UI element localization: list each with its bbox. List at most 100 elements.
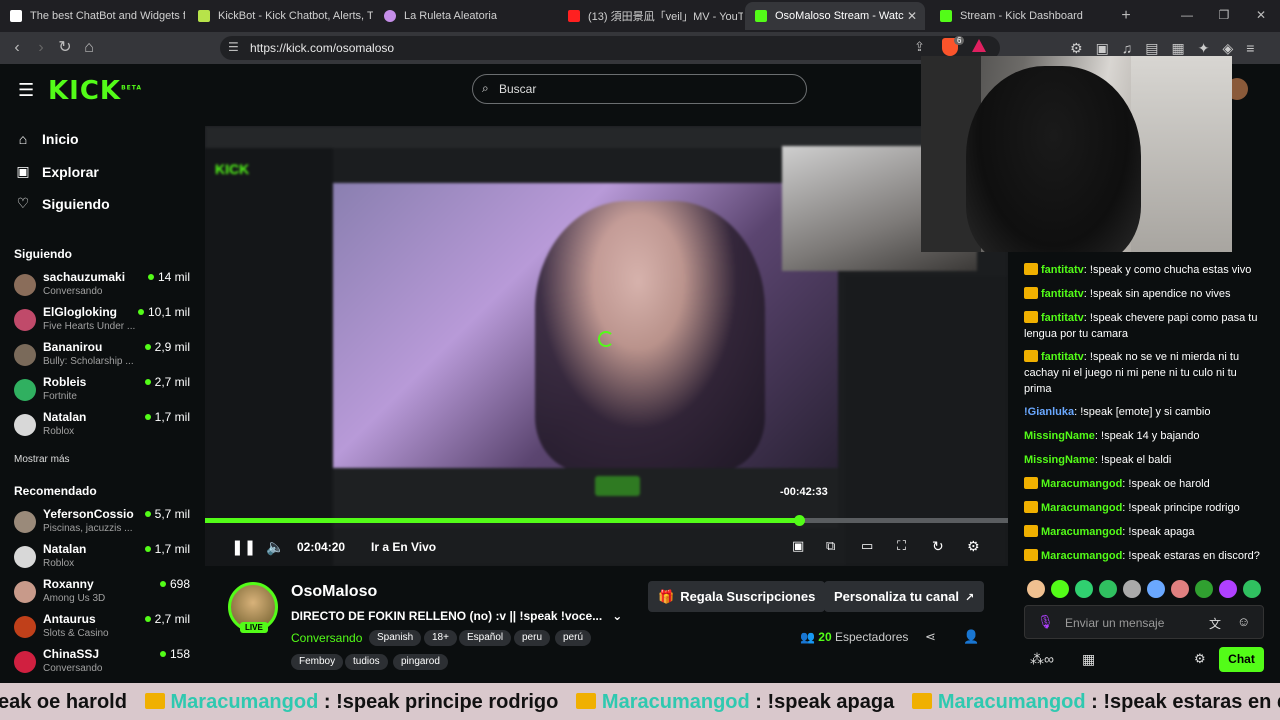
progress-bar[interactable]: [205, 518, 1008, 523]
video-player[interactable]: KICK: [205, 126, 1008, 566]
vpn-icon[interactable]: ◈: [1223, 40, 1247, 56]
tag[interactable]: perú: [555, 630, 592, 646]
emote-icon[interactable]: [1243, 580, 1261, 598]
emote-icon[interactable]: [1219, 580, 1237, 598]
tag[interactable]: Spanish: [369, 630, 422, 646]
follow-user-icon[interactable]: 👤: [963, 629, 979, 645]
maximize-icon[interactable]: ❐: [1215, 6, 1233, 24]
emote-icon[interactable]: [1027, 580, 1045, 598]
clip-icon[interactable]: ▣: [792, 538, 804, 554]
emote-icon[interactable]: [1147, 580, 1165, 598]
replay-icon[interactable]: ↻: [932, 538, 944, 555]
browser-tab[interactable]: Stream - Kick Dashboard: [930, 2, 1115, 30]
live-dot-icon: [144, 379, 151, 385]
screenshot-icon[interactable]: ▣: [1096, 40, 1122, 56]
music-icon[interactable]: ♫: [1122, 40, 1146, 56]
sidebar-channel[interactable]: Bananirou Bully: Scholarship ... 2,9 mil: [14, 340, 194, 372]
url-input[interactable]: ☰ https://kick.com/osomaloso ⇪ 6: [220, 36, 1000, 60]
home-browser-icon[interactable]: ⌂: [80, 39, 98, 57]
sidebar-channel[interactable]: Natalan Roblox 1,7 mil: [14, 410, 194, 442]
pip-icon[interactable]: ⧉: [826, 538, 835, 554]
emote-icon[interactable]: [1099, 580, 1117, 598]
chat-message: Maracumangod: !speak estaras en discord?: [1024, 548, 1266, 564]
browser-tab-active[interactable]: OsoMaloso Stream - Watc ✕: [745, 2, 925, 30]
close-window-icon[interactable]: ✕: [1252, 6, 1270, 24]
pause-icon[interactable]: ❚❚: [231, 538, 256, 556]
following-heading: Siguiendo: [14, 247, 72, 261]
stream-category[interactable]: Conversando: [291, 631, 362, 645]
go-live-button[interactable]: Ir a En Vivo: [371, 540, 436, 554]
emote-icon[interactable]: [1051, 580, 1069, 598]
emote-icon[interactable]: [1123, 580, 1141, 598]
points-icon[interactable]: ⁂∞: [1030, 651, 1054, 668]
sidebar-channel[interactable]: sachauzumaki Conversando 14 mil: [14, 270, 194, 302]
customize-channel-button[interactable]: Personaliza tu canal ↗: [824, 581, 985, 612]
tag[interactable]: tudios: [345, 654, 388, 670]
menu-icon[interactable]: ≡: [1246, 40, 1267, 56]
emote-icon[interactable]: [1195, 580, 1213, 598]
sidebar-icon[interactable]: ▤: [1145, 40, 1171, 56]
volume-icon[interactable]: 🔈: [266, 538, 285, 556]
share-channel-icon[interactable]: ⋖: [925, 629, 936, 645]
settings-gear-icon[interactable]: ⚙: [967, 538, 980, 555]
forward-icon[interactable]: ›: [32, 39, 50, 57]
theater-mode-icon[interactable]: ▭: [861, 538, 873, 554]
nav-home[interactable]: ⌂ Inicio: [14, 131, 79, 147]
emote-icon[interactable]: [1171, 580, 1189, 598]
store-icon[interactable]: ▦: [1082, 651, 1095, 668]
minimize-icon[interactable]: —: [1178, 6, 1196, 24]
kick-logo[interactable]: KICKBETA: [48, 76, 142, 106]
extensions-icon[interactable]: ⚙: [1070, 40, 1096, 56]
tag[interactable]: 18+: [424, 630, 457, 646]
microphone-icon[interactable]: 🎙: [1037, 614, 1054, 630]
sidebar-channel[interactable]: Robleis Fortnite 2,7 mil: [14, 375, 194, 407]
wallet-icon[interactable]: ▦: [1172, 40, 1198, 56]
tag[interactable]: Español: [459, 630, 512, 646]
chat-send-button[interactable]: Chat: [1219, 647, 1264, 672]
youtube-icon: [568, 10, 580, 22]
channel-name[interactable]: OsoMaloso: [291, 583, 377, 601]
chat-message-input[interactable]: 🎙 Enviar un mensaje 文 ☺: [1024, 605, 1264, 639]
viewer-count: 2,7 mil: [144, 612, 190, 626]
browser-tab[interactable]: (13) 須田景凪「veil」MV - YouTu: [558, 2, 743, 30]
sidebar-channel[interactable]: YefersonCossio Piscinas, jacuzzis ... 5,7 …: [14, 507, 194, 539]
sidebar-channel[interactable]: Antaurus Slots & Casino 2,7 mil: [14, 612, 194, 644]
tag[interactable]: pingarod: [393, 654, 448, 670]
tag[interactable]: Femboy: [291, 654, 344, 670]
chevron-down-icon[interactable]: ⌄: [612, 609, 622, 623]
avatar: [14, 546, 36, 568]
close-tab-icon[interactable]: ✕: [907, 9, 917, 23]
sidebar-channel[interactable]: ChinaSSJ Conversando 158: [14, 647, 194, 679]
progress-handle[interactable]: [794, 515, 805, 526]
search-input[interactable]: ⌕ Buscar: [472, 74, 807, 104]
fullscreen-icon[interactable]: ⛶: [897, 538, 906, 554]
tag[interactable]: peru: [514, 630, 551, 646]
gift-subs-button[interactable]: 🎁 Regala Suscripciones: [648, 581, 826, 612]
sidebar-channel[interactable]: Roxanny Among Us 3D 698: [14, 577, 194, 609]
chat-settings-icon[interactable]: ⚙: [1194, 651, 1206, 667]
browser-tab[interactable]: KickBot - Kick Chatbot, Alerts, TTS: [188, 2, 373, 30]
new-tab-icon[interactable]: +: [1117, 7, 1135, 25]
ai-icon[interactable]: ✦: [1198, 40, 1223, 56]
reload-icon[interactable]: ↻: [56, 39, 74, 57]
emote-icon[interactable]: [1075, 580, 1093, 598]
hamburger-menu-icon[interactable]: ☰: [18, 80, 34, 101]
viewer-count: 2,9 mil: [144, 340, 190, 354]
browser-tab[interactable]: La Ruleta Aleatoria: [374, 2, 559, 30]
progress-bar-fill: [205, 518, 799, 523]
avatar: [14, 344, 36, 366]
rewards-icon[interactable]: [972, 39, 986, 52]
browser-tab[interactable]: The best ChatBot and Widgets for: [0, 2, 185, 30]
sidebar-channel[interactable]: Natalan Roblox 1,7 mil: [14, 542, 194, 574]
nav-following[interactable]: ♡ Siguiendo: [14, 195, 110, 212]
back-icon[interactable]: ‹: [8, 39, 26, 57]
share-icon[interactable]: ⇪: [914, 39, 925, 55]
sidebar-channel[interactable]: ElGlogloking Five Hearts Under ... 10,1 mi…: [14, 305, 194, 337]
emoji-icon[interactable]: ☺: [1237, 614, 1250, 629]
translate-icon[interactable]: 文: [1209, 615, 1221, 632]
loading-spinner-icon: [598, 331, 614, 347]
show-more-link[interactable]: Mostrar más: [14, 454, 70, 465]
nav-explore[interactable]: ▣ Explorar: [14, 163, 98, 180]
site-info-icon[interactable]: ☰: [228, 40, 239, 54]
live-dot-icon: [144, 414, 151, 420]
